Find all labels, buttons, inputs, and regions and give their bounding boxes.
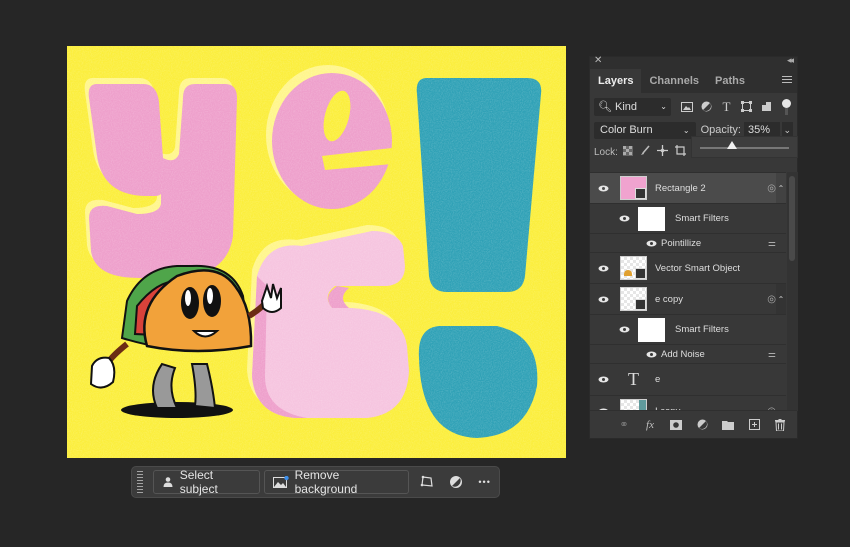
visibility-eye-icon[interactable] bbox=[590, 351, 657, 358]
lock-label: Lock: bbox=[594, 146, 618, 158]
visibility-eye-icon[interactable] bbox=[590, 265, 617, 272]
fx-icon[interactable]: fx bbox=[644, 419, 656, 431]
smart-filter-link-icon: ◎ bbox=[767, 293, 776, 305]
opacity-slider[interactable] bbox=[691, 136, 798, 158]
layer-name: Rectangle 2 bbox=[655, 182, 706, 194]
new-layer-icon[interactable] bbox=[748, 419, 760, 430]
layer-name: e copy bbox=[655, 293, 683, 305]
remove-background-button[interactable]: Remove background bbox=[263, 468, 409, 496]
tab-channels[interactable]: Channels bbox=[641, 69, 707, 93]
new-adjustment-layer-icon[interactable] bbox=[696, 419, 708, 430]
filter-kind-select[interactable]: 🔍︎ Kind ⌄ bbox=[594, 97, 671, 116]
collapse-panel-icon[interactable]: ◂◂ bbox=[787, 55, 794, 66]
lock-image-pixels-icon[interactable] bbox=[640, 143, 650, 161]
person-icon bbox=[162, 476, 174, 488]
shape-filter-icon[interactable] bbox=[739, 99, 754, 114]
smart-object-badge-icon bbox=[635, 268, 646, 279]
smart-filters-label: Smart Filters bbox=[675, 324, 729, 335]
visibility-eye-icon[interactable] bbox=[590, 185, 617, 192]
close-panel-icon[interactable]: ✕ bbox=[594, 55, 602, 66]
add-mask-icon[interactable] bbox=[670, 419, 682, 430]
opacity-slider-thumb[interactable] bbox=[726, 141, 737, 149]
filter-toggle[interactable] bbox=[782, 98, 791, 115]
blend-mode-value: Color Burn bbox=[600, 124, 653, 136]
layer-row[interactable]: Rectangle 2 ◎ ⌃ bbox=[590, 173, 786, 204]
layers-scrollbar[interactable] bbox=[787, 172, 798, 411]
filter-row[interactable]: Pointillize ⚌ bbox=[590, 234, 786, 253]
adjustment-icon[interactable] bbox=[442, 470, 471, 494]
transform-icon[interactable] bbox=[413, 470, 442, 494]
smart-object-filter-icon[interactable] bbox=[759, 99, 774, 114]
tab-layers[interactable]: Layers bbox=[590, 69, 642, 93]
tab-paths[interactable]: Paths bbox=[707, 69, 753, 93]
image-sparkle-icon bbox=[272, 476, 289, 488]
opacity-slider-track[interactable] bbox=[700, 147, 789, 149]
select-subject-label: Select subject bbox=[179, 468, 218, 496]
smart-filter-mask-thumbnail bbox=[638, 317, 665, 342]
layer-thumbnail bbox=[620, 256, 647, 280]
new-group-folder-icon[interactable] bbox=[722, 420, 734, 430]
scrollbar-thumb[interactable] bbox=[789, 176, 795, 261]
link-layers-icon[interactable]: ⚭ bbox=[618, 418, 630, 431]
smart-object-badge-icon bbox=[635, 188, 646, 199]
filter-blending-options-icon[interactable]: ⚌ bbox=[768, 349, 776, 360]
visibility-eye-icon[interactable] bbox=[590, 376, 617, 383]
smart-object-badge-icon bbox=[635, 299, 646, 310]
layer-row[interactable]: Vector Smart Object bbox=[590, 253, 786, 284]
layers-list: Rectangle 2 ◎ ⌃ Smart Filters Pointilliz… bbox=[590, 172, 786, 411]
layer-name: Vector Smart Object bbox=[655, 262, 741, 274]
remove-background-label: Remove background bbox=[294, 468, 358, 496]
layer-name: e bbox=[655, 374, 661, 385]
chevron-down-icon: ⌄ bbox=[682, 125, 690, 135]
text-layer-icon: T bbox=[628, 369, 639, 389]
contextual-task-bar: Select subject Remove background ••• bbox=[131, 466, 500, 498]
drag-handle[interactable] bbox=[137, 471, 143, 493]
layer-thumbnail bbox=[620, 176, 647, 200]
layers-panel-footer: ⚭ fx bbox=[590, 410, 797, 438]
delete-layer-trash-icon[interactable] bbox=[774, 418, 786, 431]
visibility-eye-icon[interactable] bbox=[590, 215, 630, 222]
search-icon: 🔍︎ bbox=[598, 101, 612, 113]
panel-menu-icon[interactable] bbox=[782, 76, 792, 83]
filter-name: Pointillize bbox=[661, 237, 702, 249]
layers-panel: ✕ ◂◂ Layers Channels Paths 🔍︎ Kind ⌄ T C… bbox=[589, 55, 798, 439]
smart-filters-row[interactable]: Smart Filters bbox=[590, 204, 786, 234]
collapse-caret-icon[interactable]: ⌃ bbox=[776, 173, 786, 203]
blend-mode-select[interactable]: Color Burn ⌄ bbox=[594, 121, 696, 139]
artwork bbox=[67, 46, 566, 458]
smart-filters-row[interactable]: Smart Filters bbox=[590, 315, 786, 345]
layer-row[interactable]: I copy ◎ bbox=[590, 396, 786, 411]
smart-filter-link-icon: ◎ bbox=[767, 182, 776, 194]
visibility-eye-icon[interactable] bbox=[590, 296, 617, 303]
filter-name: Add Noise bbox=[661, 348, 705, 360]
smart-filters-label: Smart Filters bbox=[675, 213, 729, 224]
filter-row[interactable]: Add Noise ⚌ bbox=[590, 345, 786, 364]
visibility-eye-icon[interactable] bbox=[590, 326, 630, 333]
document-canvas[interactable] bbox=[67, 46, 566, 458]
select-subject-button[interactable]: Select subject bbox=[152, 468, 260, 496]
filter-kind-label: Kind bbox=[615, 101, 638, 113]
lock-artboard-icon[interactable] bbox=[674, 143, 686, 161]
collapse-caret-icon[interactable]: ⌃ bbox=[776, 284, 786, 314]
opacity-label: Opacity: bbox=[700, 124, 741, 136]
more-options-button[interactable]: ••• bbox=[470, 470, 499, 494]
visibility-eye-icon[interactable] bbox=[590, 240, 657, 247]
adjustment-filter-icon[interactable] bbox=[699, 99, 714, 114]
filter-blending-options-icon[interactable]: ⚌ bbox=[768, 238, 776, 249]
panel-tabs: Layers Channels Paths bbox=[590, 67, 797, 93]
layer-row[interactable]: e copy ◎ ⌃ bbox=[590, 284, 786, 315]
lock-transparent-pixels-icon[interactable] bbox=[622, 143, 633, 161]
lock-position-icon[interactable] bbox=[656, 143, 668, 161]
pixel-filter-icon[interactable] bbox=[679, 99, 694, 114]
type-filter-icon[interactable]: T bbox=[719, 99, 734, 114]
layer-thumbnail bbox=[620, 287, 647, 311]
chevron-down-icon: ⌄ bbox=[660, 102, 667, 111]
smart-filter-mask-thumbnail bbox=[638, 206, 665, 231]
layer-row[interactable]: T e bbox=[590, 364, 786, 396]
